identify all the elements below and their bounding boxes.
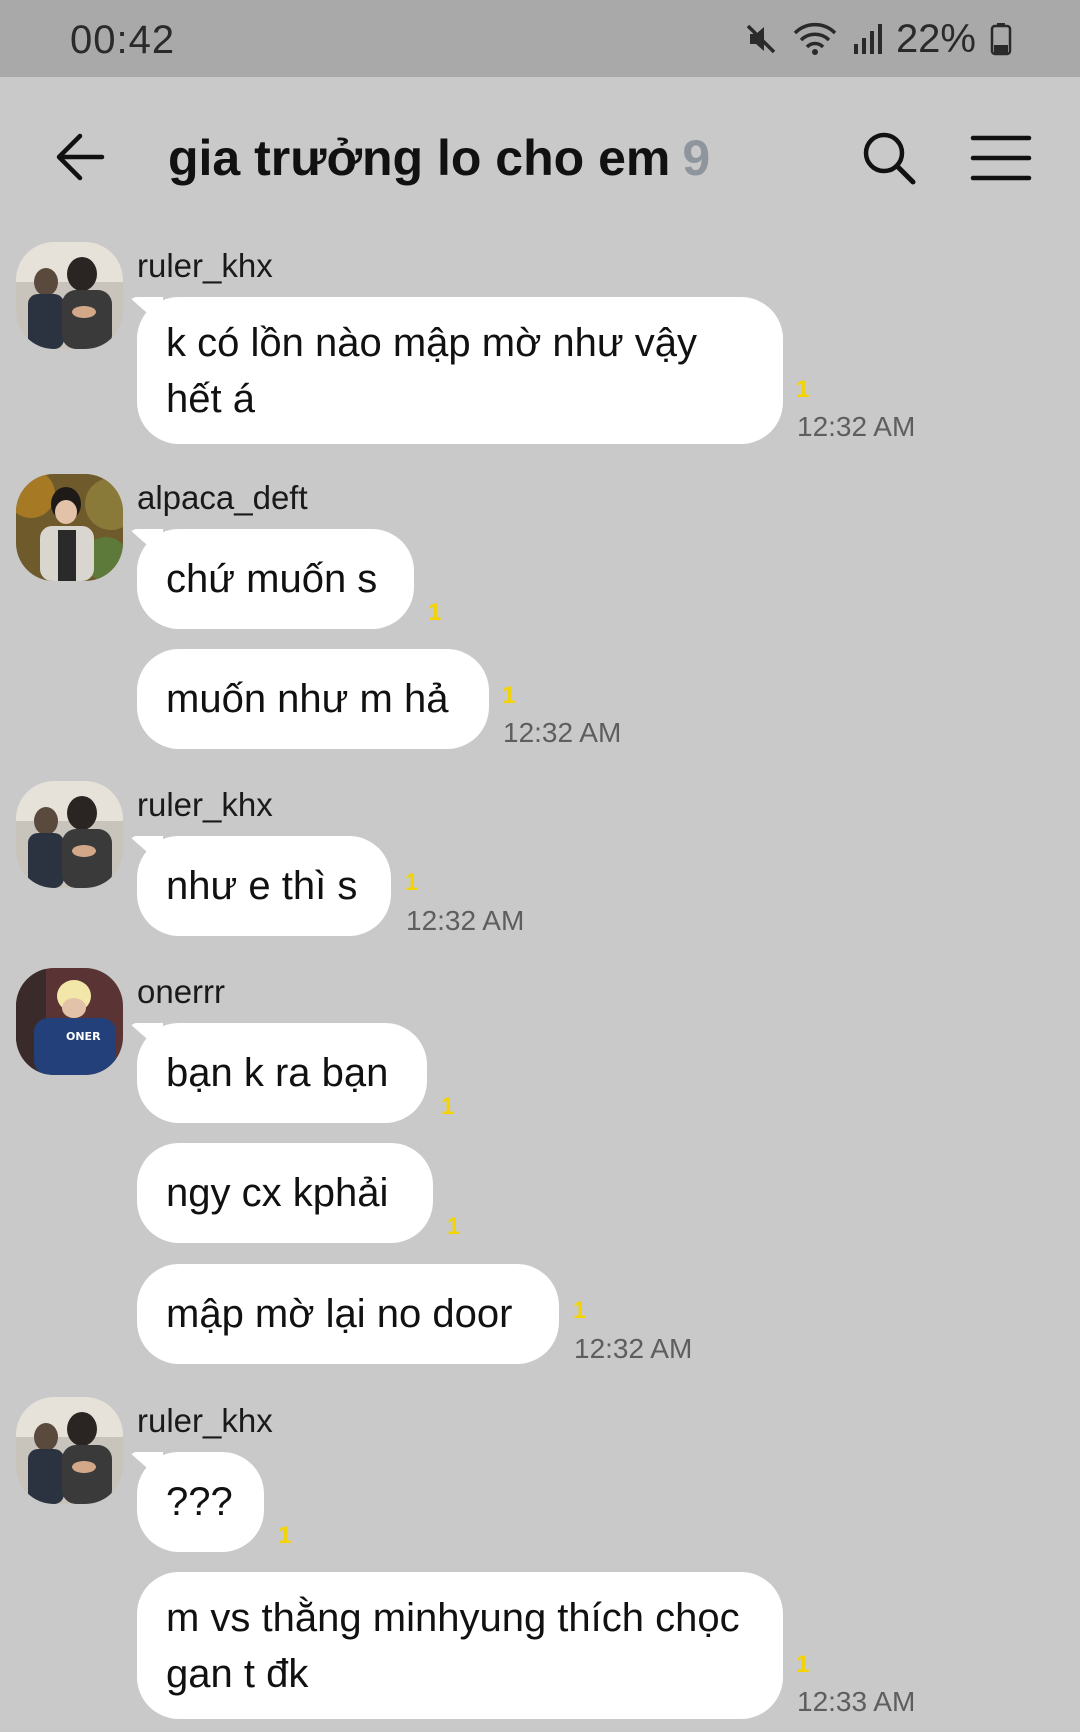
sender-name: alpaca_deft [137,479,308,516]
menu-icon [970,135,1032,181]
avatar[interactable]: ONER [16,968,123,1075]
status-icons: 22% [744,16,1012,62]
message-time: 12:32 AM [574,1333,693,1364]
battery-percent: 22% [895,16,976,61]
chat-title-text: gia trưởng lo cho em [168,130,671,186]
status-time: 00:42 [70,18,176,62]
message-bubble[interactable]: chứ muốn s [137,529,414,629]
avatar[interactable] [16,242,123,349]
message-bubble[interactable]: ??? [137,1452,264,1552]
signal-icon [852,22,882,56]
chat-title: gia trưởng lo cho em 9 [168,129,710,187]
unread-count: 1 [405,869,419,896]
unread-count: 1 [447,1213,461,1240]
message-text: ??? [166,1480,233,1524]
chat-header: gia trưởng lo cho em 9 [0,77,1080,237]
unread-count: 1 [796,376,810,403]
message-bubble[interactable]: mập mờ lại no door [137,1264,559,1364]
sender-name: ruler_khx [137,786,273,823]
message-bubble[interactable]: m vs thằng minhyung thích chọc gan t đk [137,1572,783,1719]
message-time: 12:32 AM [797,411,916,442]
status-bar: 00:42 22% [0,0,1080,77]
message-text: ngy cx kphải [166,1171,389,1215]
message-text: bạn k ra bạn [166,1051,389,1095]
sender-name: ruler_khx [137,1402,273,1439]
sender-name: onerrr [137,973,226,1010]
message-text: mập mờ lại no door [166,1292,513,1336]
message-text: k có lồn nào mập mờ như vậy hết á [166,320,698,421]
back-arrow-icon [56,133,105,181]
search-icon [863,132,916,185]
message-text: chứ muốn s [166,557,378,601]
message-bubble[interactable]: bạn k ra bạn [137,1023,427,1123]
battery-icon [990,22,1012,56]
mute-icon [744,22,778,56]
wifi-icon [792,22,838,56]
back-button[interactable] [52,127,132,187]
unread-count: 1 [428,599,442,626]
menu-button[interactable] [970,133,1032,183]
sender-name: ruler_khx [137,247,273,284]
unread-count: 1 [573,1297,587,1324]
search-button[interactable] [858,127,922,191]
message-text: như e thì s [166,864,358,908]
message-time: 12:32 AM [406,905,525,936]
message-bubble[interactable]: muốn như m hả [137,649,489,749]
svg-text:ONER: ONER [66,1030,101,1043]
unread-count: 1 [278,1522,292,1549]
message-bubble[interactable]: như e thì s [137,836,391,936]
avatar[interactable] [16,474,123,581]
message-time: 12:32 AM [503,717,622,748]
message-text: m vs thằng minhyung thích chọc gan t đk [166,1595,740,1696]
message-bubble[interactable]: ngy cx kphải [137,1143,433,1243]
member-count: 9 [682,130,711,186]
message-bubble[interactable]: k có lồn nào mập mờ như vậy hết á [137,297,783,444]
unread-count: 1 [441,1093,455,1120]
avatar[interactable] [16,1397,123,1504]
unread-count: 1 [796,1651,810,1678]
unread-count: 1 [502,682,516,709]
message-time: 12:33 AM [797,1686,916,1717]
avatar[interactable] [16,781,123,888]
message-text: muốn như m hả [166,677,449,721]
